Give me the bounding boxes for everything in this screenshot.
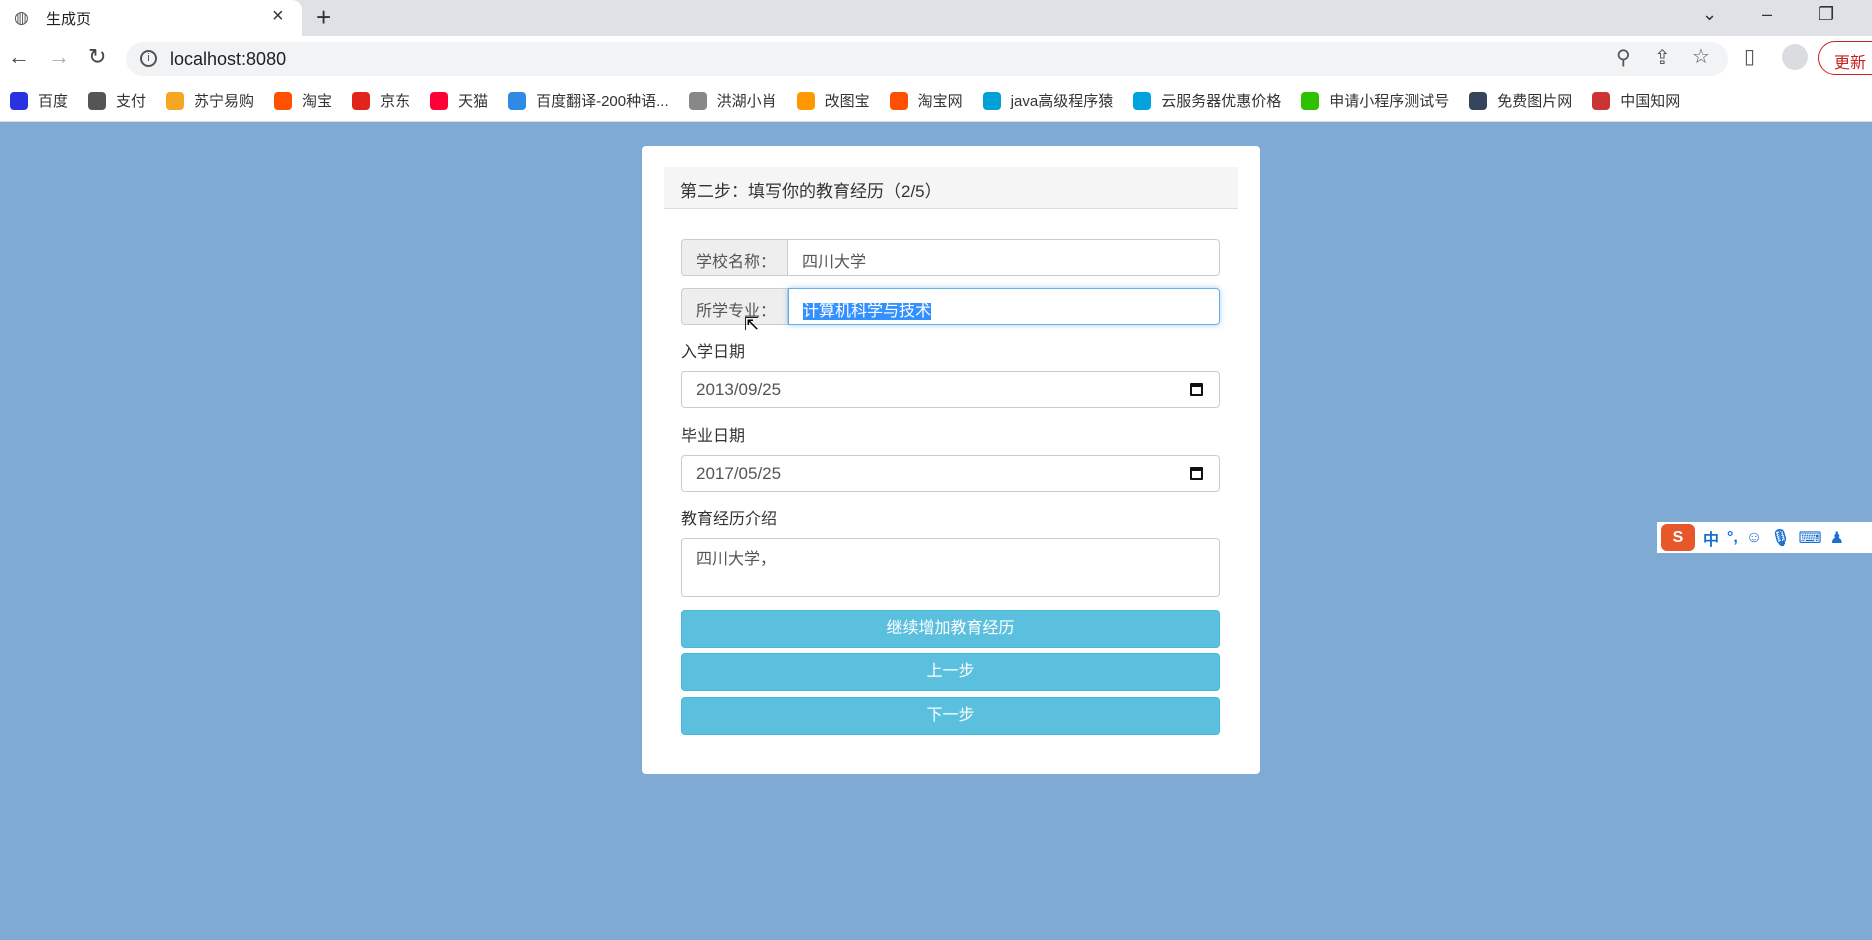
info-icon[interactable]: i: [140, 50, 157, 67]
side-panel-icon[interactable]: ▯: [1744, 44, 1755, 69]
bookmark-icon: [88, 91, 107, 110]
bookmark-item[interactable]: 京东: [352, 90, 410, 111]
bookmark-label: java高级程序猿: [1010, 93, 1114, 110]
school-input-group: 学校名称： 四川大学: [681, 239, 1220, 276]
bookmark-icon: [1301, 91, 1320, 110]
bookmark-label: 苏宁易购: [194, 93, 255, 110]
end-date-label: 毕业日期: [681, 428, 746, 445]
add-education-button[interactable]: 继续增加教育经历: [681, 610, 1220, 648]
bookmark-label: 百度翻译-200种语...: [536, 93, 669, 110]
start-date-input[interactable]: 2013/09/25: [681, 371, 1220, 408]
bookmark-icon: [688, 91, 707, 110]
bookmark-item[interactable]: 淘宝网: [889, 90, 963, 111]
bookmark-item[interactable]: 云服务器优惠价格: [1133, 90, 1281, 111]
bookmark-label: 免费图片网: [1497, 93, 1573, 110]
bookmark-icon: [1469, 91, 1488, 110]
bookmark-item[interactable]: 淘宝: [274, 90, 332, 111]
bookmark-item[interactable]: 百度: [10, 90, 68, 111]
bookmark-icon: [796, 91, 815, 110]
calendar-icon[interactable]: [1190, 467, 1203, 480]
bookmark-item[interactable]: 申请小程序测试号: [1301, 90, 1449, 111]
start-date-label: 入学日期: [681, 344, 746, 361]
bookmark-label: 中国知网: [1620, 93, 1681, 110]
bookmark-icon: [889, 91, 908, 110]
forward-icon[interactable]: →: [48, 44, 70, 70]
minimize-icon[interactable]: –: [1762, 4, 1772, 25]
tab-active[interactable]: ◍ 生成页 ×: [0, 0, 302, 36]
bookmark-item[interactable]: 免费图片网: [1469, 90, 1572, 111]
school-input[interactable]: 四川大学: [788, 239, 1220, 276]
bookmark-icon: [1592, 91, 1611, 110]
bookmark-item[interactable]: 支付: [88, 90, 146, 111]
ime-toolbar: S 中 °, ☺ 🎙 ⌨ ♟: [1657, 522, 1872, 553]
major-label: 所学专业：: [681, 288, 788, 325]
url-text: localhost:8080: [170, 49, 287, 69]
bookmark-label: 支付: [116, 93, 147, 110]
bookmark-icon: [10, 91, 28, 110]
bookmarks-bar: 百度 支付 苏宁易购 淘宝 京东 天猫 百度翻译-200种语... 洪湖小肖 改图宝 淘宝网 jav…: [0, 80, 1872, 122]
bookmark-icon: [430, 91, 449, 110]
bookmark-item[interactable]: 天猫: [430, 90, 488, 111]
bookmark-label: 京东: [380, 93, 411, 110]
bookmark-icon: [1133, 91, 1152, 110]
address-bar[interactable]: i localhost:8080 ⚲ ⇪ ☆: [126, 42, 1728, 76]
star-icon[interactable]: ☆: [1692, 44, 1710, 69]
tab-bar: ◍ 生成页 × + ⌄ – ❐: [0, 0, 1872, 36]
bookmark-icon: [274, 91, 293, 110]
bookmark-label: 申请小程序测试号: [1329, 93, 1450, 110]
end-date-value: 2017/05/25: [696, 464, 782, 483]
bookmark-item[interactable]: java高级程序猿: [982, 90, 1114, 111]
tab-search-icon[interactable]: ⌄: [1702, 4, 1717, 25]
ime-mode[interactable]: 中: [1703, 526, 1719, 550]
user-icon[interactable]: ♟: [1830, 528, 1844, 548]
bookmark-label: 淘宝网: [917, 93, 963, 110]
end-date-input[interactable]: 2017/05/25: [681, 455, 1220, 492]
keyboard-icon[interactable]: ⌨: [1799, 528, 1822, 548]
next-step-button[interactable]: 下一步: [681, 697, 1220, 735]
bookmark-item[interactable]: 百度翻译-200种语...: [508, 90, 669, 111]
emoji-icon[interactable]: ☺: [1746, 529, 1762, 547]
intro-label: 教育经历介绍: [681, 511, 778, 528]
bookmark-label: 改图宝: [824, 93, 870, 110]
intro-textarea[interactable]: 四川大学，: [681, 538, 1220, 597]
prev-step-button[interactable]: 上一步: [681, 653, 1220, 691]
start-date-value: 2013/09/25: [696, 380, 782, 399]
toolbar: ← → ↻ i localhost:8080 ⚲ ⇪ ☆ ▯ 更新: [0, 36, 1872, 80]
ime-punct[interactable]: °,: [1727, 529, 1738, 547]
restore-icon[interactable]: ❐: [1818, 4, 1834, 25]
bookmark-item[interactable]: 洪湖小肖: [688, 90, 777, 111]
panel-heading: 第二步：填写你的教育经历（2/5）: [664, 167, 1238, 209]
mic-icon[interactable]: 🎙: [1770, 528, 1790, 548]
reload-icon[interactable]: ↻: [88, 44, 106, 70]
back-icon[interactable]: ←: [8, 44, 30, 70]
update-button[interactable]: 更新: [1818, 41, 1872, 75]
close-tab-icon[interactable]: ×: [272, 5, 284, 28]
bookmark-label: 百度: [38, 93, 69, 110]
bookmark-label: 洪湖小肖: [716, 93, 777, 110]
sogou-logo-icon[interactable]: S: [1661, 524, 1695, 551]
share-icon[interactable]: ⇪: [1654, 45, 1671, 70]
bookmark-icon: [166, 91, 185, 110]
school-label: 学校名称：: [681, 239, 788, 276]
zoom-icon[interactable]: ⚲: [1616, 45, 1631, 70]
tab-title: 生成页: [46, 11, 92, 28]
globe-icon: ◍: [14, 8, 29, 27]
bookmark-item[interactable]: 改图宝: [796, 90, 870, 111]
bookmark-label: 云服务器优惠价格: [1161, 93, 1282, 110]
mouse-cursor-icon: ⇱: [744, 314, 760, 334]
bookmark-icon: [508, 91, 527, 110]
major-input-group: 所学专业： 计算机科学与技术: [681, 288, 1220, 325]
bookmark-item[interactable]: 苏宁易购: [166, 90, 254, 111]
major-value-selected: 计算机科学与技术: [803, 303, 932, 320]
profile-avatar[interactable]: [1782, 44, 1808, 70]
bookmark-item[interactable]: 中国知网: [1592, 90, 1680, 111]
calendar-icon[interactable]: [1190, 383, 1203, 396]
bookmark-icon: [982, 91, 1001, 110]
form-panel: 第二步：填写你的教育经历（2/5） 学校名称： 四川大学 所学专业： 计算机科学…: [642, 146, 1260, 774]
bookmark-label: 天猫: [458, 93, 489, 110]
major-input[interactable]: 计算机科学与技术: [788, 288, 1220, 325]
bookmark-label: 淘宝: [302, 93, 333, 110]
bookmark-icon: [352, 91, 371, 110]
new-tab-icon[interactable]: +: [316, 2, 331, 33]
